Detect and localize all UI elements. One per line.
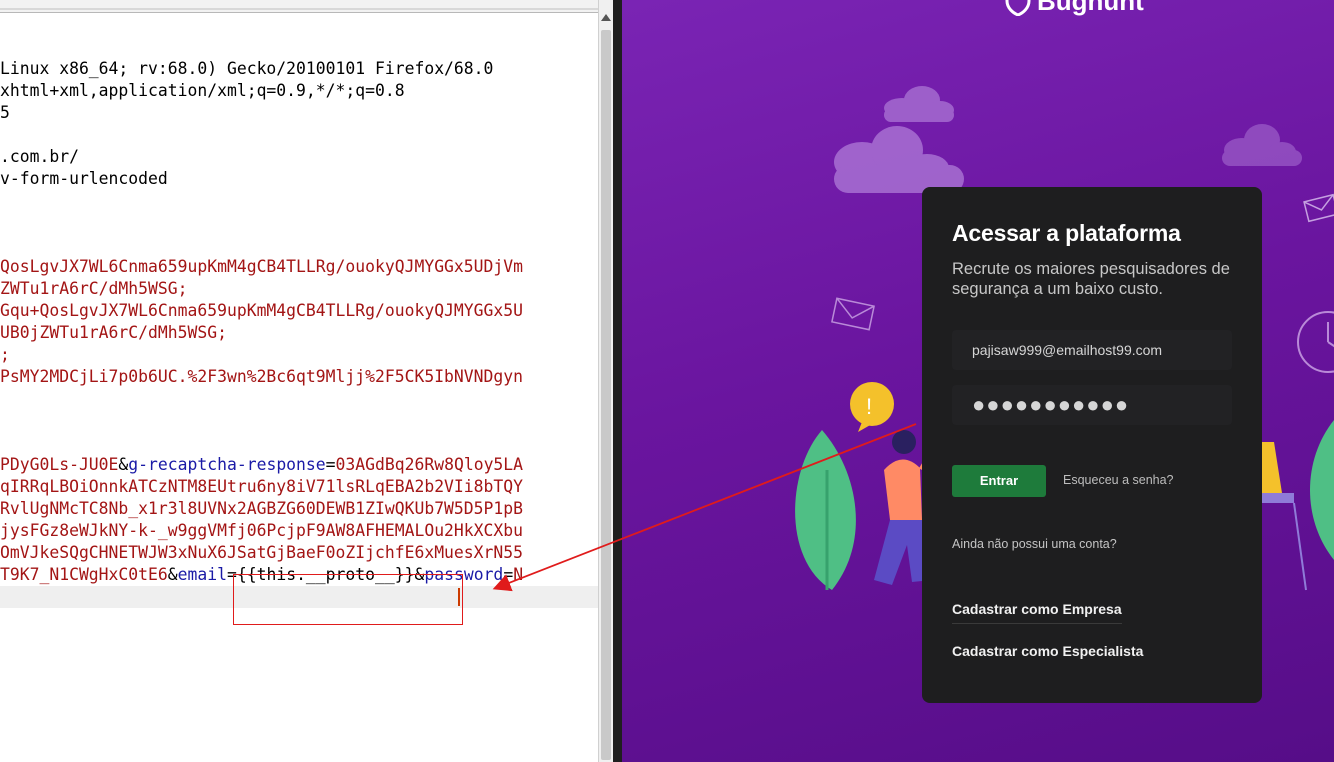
param-value: UB0jZWTu1rA6rC/dMh5WSG;	[0, 323, 227, 342]
request-line: QosLgvJX7WL6Cnma659upKmM4gCB4TLLRg/ouoky…	[0, 256, 523, 278]
param-value: ;	[0, 345, 10, 364]
param-value: Gqu+QosLgvJX7WL6Cnma659upKmM4gCB4TLLRg/o…	[0, 301, 524, 320]
cloud-icon	[884, 86, 954, 122]
login-title: Acessar a plataforma	[952, 220, 1181, 246]
param-name: email	[177, 565, 227, 584]
plant-right-icon	[1310, 420, 1334, 560]
request-text-segment: =	[325, 455, 336, 474]
request-line: UB0jZWTu1rA6rC/dMh5WSG;	[0, 322, 227, 344]
request-line: PDyG0Ls-JU0E&g-recaptcha-response=03AGdB…	[0, 454, 523, 476]
svg-text:!: !	[866, 394, 872, 419]
request-text-segment: 5	[0, 103, 10, 122]
request-line: RvlUgNMcTC8Nb_x1r3l8UVNx2AGBZG60DEWB1ZIw…	[0, 498, 523, 520]
cloud-icon	[834, 126, 964, 193]
highlight-box-annotation	[233, 574, 463, 625]
request-line: v-form-urlencoded	[0, 168, 168, 190]
shield-icon	[1005, 0, 1031, 16]
window-divider	[613, 0, 622, 762]
request-text-segment: =	[503, 565, 514, 584]
email-field[interactable]: pajisaw999@emailhost99.com	[952, 330, 1232, 370]
scrollbar-thumb[interactable]	[601, 30, 611, 760]
forgot-password-link[interactable]: Esqueceu a senha?	[1063, 473, 1174, 487]
param-value: PsMY2MDCjLi7p0b6UC.%2F3wn%2Bc6qt9Mljj%2F…	[0, 367, 524, 386]
login-card: Acessar a plataforma Recrute os maiores …	[922, 187, 1262, 703]
param-value: ZWTu1rA6rC/dMh5WSG;	[0, 279, 188, 298]
request-line: Gqu+QosLgvJX7WL6Cnma659upKmM4gCB4TLLRg/o…	[0, 300, 523, 322]
login-button[interactable]: Entrar	[952, 465, 1046, 497]
cloud-icon	[1222, 124, 1302, 166]
param-value: N	[513, 565, 524, 584]
request-text-segment: xhtml+xml,application/xml;q=0.9,*/*;q=0.…	[0, 81, 405, 100]
request-line: xhtml+xml,application/xml;q=0.9,*/*;q=0.…	[0, 80, 405, 102]
param-value: T9K7_N1CWgHxC0tE6	[0, 565, 168, 584]
password-field[interactable]: ●●●●●●●●●●●	[952, 385, 1232, 425]
request-line: .com.br/	[0, 146, 79, 168]
login-page: ! Bughunt Acessar a plataforma Recrute o…	[622, 0, 1334, 762]
request-line: ;	[0, 344, 10, 366]
plant-left-icon	[795, 430, 856, 590]
request-text-segment: Linux x86_64; rv:68.0) Gecko/20100101 Fi…	[0, 59, 494, 78]
text-caret	[458, 588, 460, 606]
param-value: OmVJkeSQgCHNETWJW3xNuX6JSatGjBaeF0oZIjch…	[0, 543, 524, 562]
envelope-icon	[831, 297, 875, 331]
register-expert-link[interactable]: Cadastrar como Especialista	[952, 643, 1143, 665]
param-value: 03AGdBq26Rw8Qloy5LA	[335, 455, 524, 474]
brand-logo[interactable]: Bughunt	[1005, 0, 1144, 16]
editor-top-border	[0, 0, 598, 13]
request-line: ZWTu1rA6rC/dMh5WSG;	[0, 278, 188, 300]
register-company-link[interactable]: Cadastrar como Empresa	[952, 601, 1122, 624]
param-value: qIRRqLBOiOnnkATCzNTM8EUtru6ny8iV71lsRLqE…	[0, 477, 524, 496]
brand-name: Bughunt	[1037, 0, 1144, 16]
request-text-segment: .com.br/	[0, 147, 79, 166]
request-line: PsMY2MDCjLi7p0b6UC.%2F3wn%2Bc6qt9Mljj%2F…	[0, 366, 523, 388]
request-line: 5	[0, 102, 10, 124]
request-text-segment: v-form-urlencoded	[0, 169, 168, 188]
clock-icon	[1297, 311, 1334, 373]
param-value: PDyG0Ls-JU0E	[0, 455, 119, 474]
request-line: OmVJkeSQgCHNETWJW3xNuX6JSatGjBaeF0oZIjch…	[0, 542, 523, 564]
param-name: g-recaptcha-response	[128, 455, 326, 474]
editor-scrollbar[interactable]	[598, 0, 613, 762]
param-value: RvlUgNMcTC8Nb_x1r3l8UVNx2AGBZG60DEWB1ZIw…	[0, 499, 524, 518]
request-line: qIRRqLBOiOnnkATCzNTM8EUtru6ny8iV71lsRLqE…	[0, 476, 523, 498]
request-text-segment: &	[118, 455, 129, 474]
login-subtitle: Recrute os maiores pesquisadores de segu…	[952, 260, 1230, 298]
request-line: Linux x86_64; rv:68.0) Gecko/20100101 Fi…	[0, 58, 493, 80]
no-account-text: Ainda não possui uma conta?	[952, 537, 1117, 551]
param-value: jysFGz8eWJkNY-k-_w9ggVMfj06PcjpF9AW8AFHE…	[0, 521, 524, 540]
param-value: QosLgvJX7WL6Cnma659upKmM4gCB4TLLRg/ouoky…	[0, 257, 524, 276]
request-editor[interactable]: Linux x86_64; rv:68.0) Gecko/20100101 Fi…	[0, 0, 598, 762]
scroll-up-icon[interactable]	[601, 14, 611, 21]
request-line: jysFGz8eWJkNY-k-_w9ggVMfj06PcjpF9AW8AFHE…	[0, 520, 523, 542]
envelope-icon	[1303, 193, 1334, 223]
request-text-segment: &	[167, 565, 178, 584]
